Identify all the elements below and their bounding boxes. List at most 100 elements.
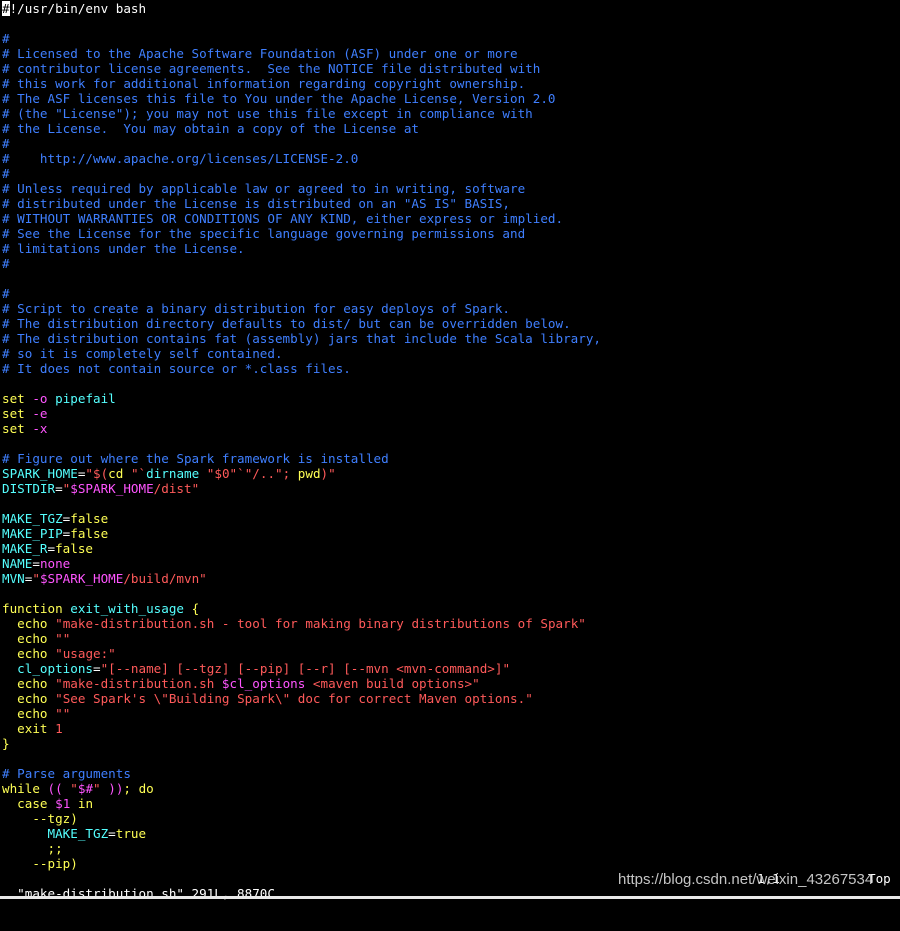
code-token: ;; bbox=[47, 841, 63, 856]
code-token: exit_with_usage bbox=[70, 601, 184, 616]
terminal-editor[interactable]: #!/usr/bin/env bash # # Licensed to the Ap… bbox=[2, 1, 898, 871]
code-token: # (the "License"); you may not use this … bbox=[2, 106, 533, 121]
code-token: <maven build options>" bbox=[305, 676, 480, 691]
code-token: # contributor license agreements. See th… bbox=[2, 61, 541, 76]
code-token: # The distribution contains fat (assembl… bbox=[2, 331, 601, 346]
code-token: # this work for additional information r… bbox=[2, 76, 526, 91]
code-token: " bbox=[93, 781, 101, 796]
code-token: "` bbox=[130, 466, 147, 481]
code-line: # http://www.apache.org/licenses/LICENSE… bbox=[2, 151, 898, 166]
code-line: echo "See Spark's \"Building Spark\" doc… bbox=[2, 691, 898, 706]
code-line: MAKE_TGZ=true bbox=[2, 826, 898, 841]
code-token: !/usr/bin/env bash bbox=[9, 1, 147, 16]
code-line: echo "usage:" bbox=[2, 646, 898, 661]
code-token: # Figure out where the Spark framework i… bbox=[2, 451, 389, 466]
code-line: # bbox=[2, 286, 898, 301]
code-token: "make-distribution.sh bbox=[55, 676, 222, 691]
code-line: # (the "License"); you may not use this … bbox=[2, 106, 898, 121]
code-token: -o bbox=[32, 391, 48, 406]
code-token: function bbox=[2, 601, 63, 616]
code-token: cd bbox=[108, 466, 124, 481]
code-line: case $1 in bbox=[2, 796, 898, 811]
code-token: while bbox=[2, 781, 40, 796]
code-line: while (( "$#" )); do bbox=[2, 781, 898, 796]
code-line: function exit_with_usage { bbox=[2, 601, 898, 616]
code-line: MVN="$SPARK_HOME/build/mvn" bbox=[2, 571, 898, 586]
code-token: = bbox=[47, 541, 56, 556]
code-line: echo "" bbox=[2, 631, 898, 646]
code-token: echo bbox=[17, 676, 48, 691]
code-token: echo bbox=[17, 616, 48, 631]
code-line: # bbox=[2, 256, 898, 271]
code-token: "make-distribution.sh - tool for making … bbox=[55, 616, 586, 631]
watermark-url: https://blog.csdn.net/weixin_43267534 bbox=[618, 871, 874, 888]
code-line: exit 1 bbox=[2, 721, 898, 736]
code-line: DISTDIR="$SPARK_HOME/dist" bbox=[2, 481, 898, 496]
code-token: none bbox=[39, 556, 71, 571]
code-token: exit bbox=[17, 721, 48, 736]
code-line: # Figure out where the Spark framework i… bbox=[2, 451, 898, 466]
code-line: } bbox=[2, 736, 898, 751]
code-line: MAKE_PIP=false bbox=[2, 526, 898, 541]
code-line: MAKE_TGZ=false bbox=[2, 511, 898, 526]
code-token: { bbox=[191, 601, 200, 616]
code-line: # The distribution contains fat (assembl… bbox=[2, 331, 898, 346]
code-token: = bbox=[108, 826, 116, 841]
code-token: pwd bbox=[297, 466, 321, 481]
code-token: "$( bbox=[85, 466, 109, 481]
code-token: pipefail bbox=[55, 391, 116, 406]
code-token: false bbox=[55, 541, 94, 556]
code-token: = bbox=[32, 556, 40, 571]
code-line: # Parse arguments bbox=[2, 766, 898, 781]
code-line: # so it is completely self contained. bbox=[2, 346, 898, 361]
code-token: "" bbox=[55, 631, 71, 646]
code-token: set bbox=[2, 391, 25, 406]
code-token: " bbox=[32, 571, 40, 586]
code-token: $SPARK_HOME bbox=[70, 481, 154, 496]
code-token: $1 bbox=[55, 796, 71, 811]
code-token: false bbox=[70, 511, 109, 526]
code-token: /build/mvn" bbox=[123, 571, 207, 586]
code-token: $SPARK_HOME bbox=[39, 571, 124, 586]
code-token: # the License. You may obtain a copy of … bbox=[2, 121, 420, 136]
code-token: case bbox=[17, 796, 48, 811]
code-token: --tgz) bbox=[32, 811, 78, 826]
code-token: # distributed under the License is distr… bbox=[2, 196, 510, 211]
code-token: " bbox=[70, 781, 78, 796]
code-line: # WITHOUT WARRANTIES OR CONDITIONS OF AN… bbox=[2, 211, 898, 226]
code-token: # The ASF licenses this file to You unde… bbox=[2, 91, 556, 106]
code-token: -e bbox=[32, 406, 48, 421]
code-token: MVN bbox=[2, 571, 25, 586]
code-line: set -x bbox=[2, 421, 898, 436]
code-token: SPARK_HOME bbox=[2, 466, 78, 481]
code-token: # Script to create a binary distribution… bbox=[2, 301, 510, 316]
code-token: true bbox=[115, 826, 147, 841]
text-cursor: # bbox=[2, 1, 10, 16]
code-token: # WITHOUT WARRANTIES OR CONDITIONS OF AN… bbox=[2, 211, 564, 226]
code-token: # bbox=[2, 31, 10, 46]
code-line: # the License. You may obtain a copy of … bbox=[2, 121, 898, 136]
